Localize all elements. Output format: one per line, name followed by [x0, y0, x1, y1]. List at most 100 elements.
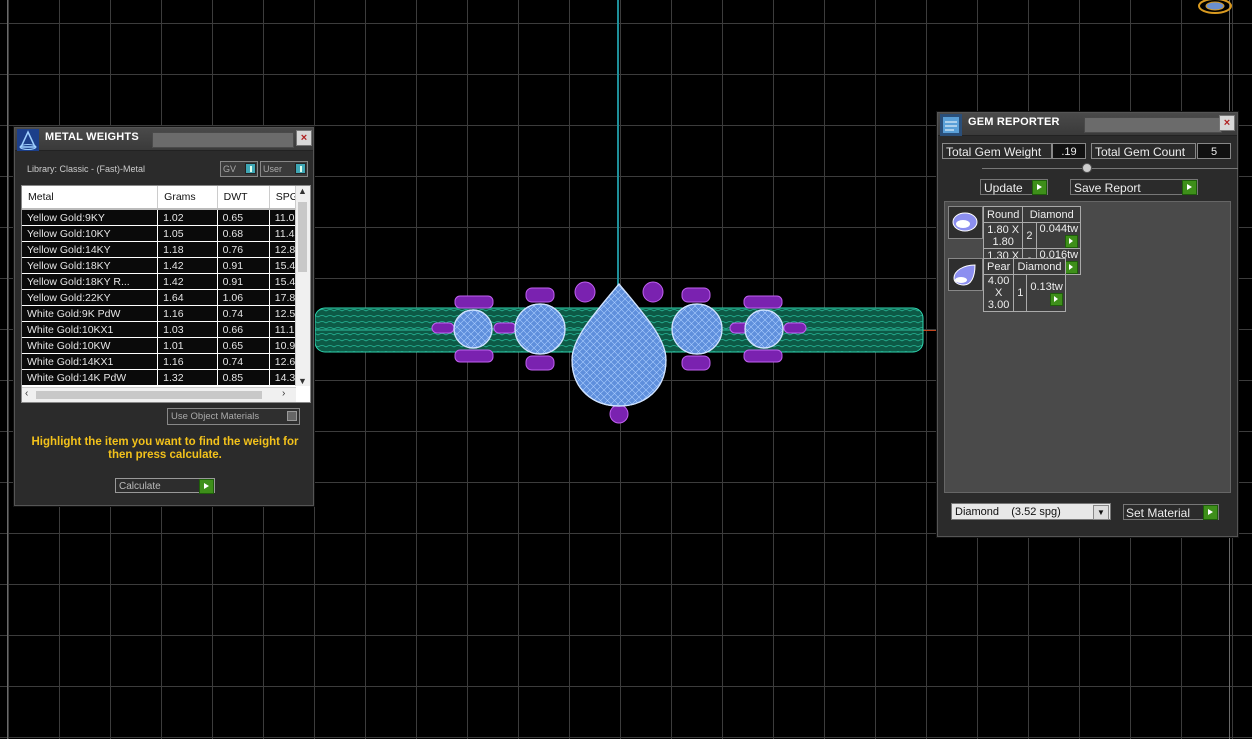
- gv-label: GV: [223, 164, 237, 174]
- pear-gem-table: Pear Diamond 4.00 X 3.00 1 0.13tw: [982, 258, 1066, 312]
- total-gem-weight-label: Total Gem Weight: [942, 143, 1052, 159]
- gem-count: 1: [1013, 274, 1028, 312]
- set-material-label: Set Material: [1126, 506, 1191, 520]
- material-select[interactable]: Diamond (3.52 spg) ▼: [951, 503, 1111, 520]
- metal-weights-titlebar[interactable]: METAL WEIGHTS ×: [15, 128, 313, 151]
- calculate-button[interactable]: Calculate: [115, 478, 215, 494]
- table-row[interactable]: Yellow Gold:14KY 1.18 0.76 12.88: [22, 241, 310, 258]
- table-cell: 1.05: [157, 225, 218, 242]
- gem-size: 4.00 X 3.00: [982, 274, 1015, 312]
- table-row[interactable]: White Gold:10KX1 1.03 0.66 11.18: [22, 321, 310, 338]
- update-label: Update: [984, 181, 1023, 195]
- column-header[interactable]: Grams: [157, 186, 218, 210]
- table-row[interactable]: White Gold:14K PdW 1.32 0.85 14.37: [22, 369, 310, 386]
- horizontal-scrollbar[interactable]: ‹ ›: [22, 387, 296, 402]
- table-cell: White Gold:14KX1: [22, 353, 159, 370]
- play-arrow-icon[interactable]: [1065, 261, 1079, 274]
- table-cell: 0.65: [217, 337, 270, 354]
- library-label: Library: Classic - (Fast)-Metal: [27, 164, 146, 174]
- use-object-materials-checkbox[interactable]: Use Object Materials: [167, 408, 300, 425]
- save-report-label: Save Report: [1074, 181, 1141, 195]
- user-toggle[interactable]: User: [260, 161, 308, 177]
- vertical-axis-line: [617, 0, 619, 300]
- gem-size: 1.80 X 1.80: [982, 222, 1024, 249]
- table-row[interactable]: Yellow Gold:10KY 1.05 0.68 11.45: [22, 225, 310, 242]
- total-gem-count-value: 5: [1197, 143, 1231, 159]
- chevron-down-icon[interactable]: ▼: [1093, 505, 1109, 520]
- ring-model[interactable]: [310, 278, 930, 428]
- scroll-up-icon[interactable]: ▲: [298, 186, 307, 196]
- table-cell: Yellow Gold:9KY: [22, 209, 159, 226]
- table-row[interactable]: Yellow Gold:18KY 1.42 0.91 15.41: [22, 257, 310, 274]
- scroll-right-icon[interactable]: ›: [282, 388, 285, 399]
- table-cell: 0.65: [217, 209, 270, 226]
- table-cell: 0.85: [217, 369, 270, 386]
- view-cube-icon[interactable]: [1196, 0, 1234, 16]
- table-cell: 1.42: [157, 273, 218, 290]
- scroll-thumb[interactable]: [298, 202, 307, 272]
- table-cell: 1.64: [157, 289, 218, 306]
- panel-slider-track: [982, 168, 1238, 169]
- gem-material: Diamond: [1013, 258, 1066, 275]
- table-cell: White Gold:10KW: [22, 337, 159, 354]
- table-row[interactable]: White Gold:14KX1 1.16 0.74 12.61: [22, 353, 310, 370]
- gem-material: Diamond: [1022, 206, 1082, 223]
- scroll-thumb[interactable]: [36, 391, 262, 399]
- material-select-value: Diamond (3.52 spg): [955, 506, 1061, 518]
- gem-report-list[interactable]: Round Diamond 1.80 X 1.80 2 0.044tw 1.30…: [944, 201, 1231, 493]
- table-row[interactable]: Yellow Gold:9KY 1.02 0.65 11.08: [22, 209, 310, 226]
- table-row[interactable]: Yellow Gold:18KY R... 1.42 0.91 15.41: [22, 273, 310, 290]
- gem-reporter-titlebar[interactable]: GEM REPORTER ×: [938, 113, 1237, 136]
- table-cell: 1.18: [157, 241, 218, 258]
- play-arrow-icon[interactable]: [1049, 292, 1063, 306]
- table-cell: 0.74: [217, 305, 270, 322]
- metal-weights-icon: [17, 129, 39, 151]
- column-header[interactable]: DWT: [217, 186, 270, 210]
- table-cell: 0.74: [217, 353, 270, 370]
- table-cell: 1.32: [157, 369, 218, 386]
- titlebar-grip: [152, 132, 294, 148]
- table-cell: 0.76: [217, 241, 270, 258]
- column-header[interactable]: Metal: [22, 186, 159, 210]
- vertical-scrollbar[interactable]: ▲ ▼: [295, 186, 310, 386]
- gem-weight-cell: 0.13tw: [1026, 274, 1066, 312]
- gem-shape: Round: [982, 206, 1024, 223]
- scroll-down-icon[interactable]: ▼: [298, 376, 307, 386]
- play-arrow-icon: [1182, 180, 1197, 195]
- table-row[interactable]: White Gold:9K PdW 1.16 0.74 12.59: [22, 305, 310, 322]
- table-row[interactable]: White Gold:10KW 1.01 0.65 10.99: [22, 337, 310, 354]
- gem-reporter-panel: GEM REPORTER × Total Gem Weight .19 Tota…: [937, 112, 1238, 537]
- table-cell: Yellow Gold:10KY: [22, 225, 159, 242]
- table-header: Metal Grams DWT SPG: [22, 186, 310, 210]
- table-cell: 1.16: [157, 305, 218, 322]
- gem-count: 2: [1022, 222, 1037, 249]
- save-report-button[interactable]: Save Report: [1070, 179, 1198, 195]
- table-cell: White Gold:10KX1: [22, 321, 159, 338]
- table-cell: 0.66: [217, 321, 270, 338]
- close-icon[interactable]: ×: [1219, 115, 1235, 131]
- play-arrow-icon: [1032, 180, 1047, 195]
- table-cell: 1.16: [157, 353, 218, 370]
- gv-toggle[interactable]: GV: [220, 161, 258, 177]
- update-button[interactable]: Update: [980, 179, 1048, 195]
- play-arrow-icon[interactable]: [1065, 235, 1079, 248]
- user-label: User: [263, 164, 283, 174]
- radio-icon: [287, 411, 297, 421]
- table-cell: White Gold:14K PdW: [22, 369, 159, 386]
- panel-slider-handle[interactable]: [1082, 163, 1092, 173]
- gem-item-row[interactable]: 1.80 X 1.80 2 0.044tw: [982, 222, 1082, 249]
- pear-gem-icon: [948, 258, 983, 291]
- table-cell: 1.42: [157, 257, 218, 274]
- gem-item-row[interactable]: 4.00 X 3.00 1 0.13tw: [982, 274, 1066, 312]
- table-cell: 1.02: [157, 209, 218, 226]
- table-row[interactable]: Yellow Gold:22KY 1.64 1.06 17.89: [22, 289, 310, 306]
- instruction-text: Highlight the item you want to find the …: [31, 436, 299, 461]
- play-arrow-icon: [1203, 505, 1218, 520]
- scroll-left-icon[interactable]: ‹: [25, 388, 28, 399]
- set-material-button[interactable]: Set Material: [1123, 504, 1219, 520]
- close-icon[interactable]: ×: [296, 130, 312, 146]
- toggle-knob-icon: [245, 163, 256, 174]
- metal-table[interactable]: Metal Grams DWT SPG Yellow Gold:9KY 1.02 0…: [21, 185, 311, 403]
- gem-weight: 0.044tw: [1039, 223, 1079, 235]
- table-cell: Yellow Gold:18KY: [22, 257, 159, 274]
